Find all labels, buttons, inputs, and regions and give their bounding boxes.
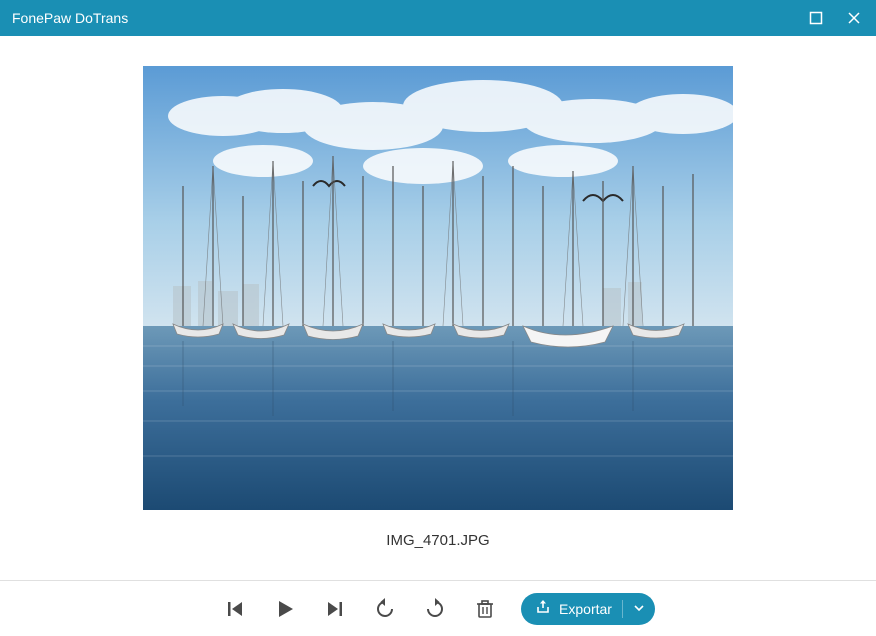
chevron-down-icon[interactable]	[633, 601, 645, 617]
image-preview	[143, 66, 733, 510]
export-icon	[535, 599, 551, 618]
app-title: FonePaw DoTrans	[12, 10, 128, 26]
window-controls	[806, 8, 864, 28]
image-filename: IMG_4701.JPG	[386, 532, 489, 549]
last-button[interactable]	[321, 595, 349, 623]
maximize-button[interactable]	[806, 8, 826, 28]
rotate-left-button[interactable]	[371, 595, 399, 623]
toolbar: Exportar	[0, 580, 876, 636]
play-button[interactable]	[271, 595, 299, 623]
export-button[interactable]: Exportar	[521, 593, 655, 625]
export-label: Exportar	[559, 601, 612, 617]
titlebar: FonePaw DoTrans	[0, 0, 876, 36]
rotate-right-button[interactable]	[421, 595, 449, 623]
delete-button[interactable]	[471, 595, 499, 623]
first-button[interactable]	[221, 595, 249, 623]
close-button[interactable]	[844, 8, 864, 28]
separator	[622, 600, 623, 618]
content-area: IMG_4701.JPG	[0, 36, 876, 580]
